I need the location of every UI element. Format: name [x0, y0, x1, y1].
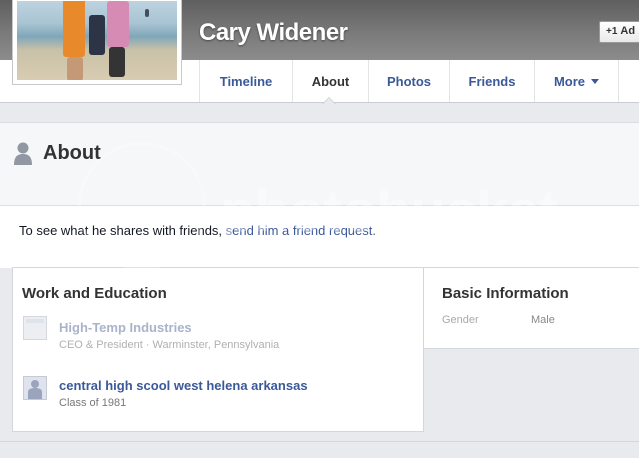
profile-name: Cary Widener [199, 19, 348, 46]
friend-request-link[interactable]: send him a friend request. [226, 223, 376, 238]
tab-divider [618, 60, 639, 102]
add-friend-button[interactable]: +1 Ad [599, 21, 639, 43]
tab-more-label: More [553, 73, 586, 89]
profile-picture-image [17, 1, 177, 80]
person-icon [14, 142, 32, 165]
basic-information-title: Basic Information [442, 285, 569, 302]
section-divider [0, 441, 639, 442]
active-tab-indicator [322, 97, 336, 104]
tab-photos[interactable]: Photos [368, 60, 449, 102]
notice-prefix: To see what he shares with friends, [19, 223, 226, 238]
tab-about[interactable]: About [292, 60, 368, 102]
about-title: About [43, 142, 101, 164]
tab-friends[interactable]: Friends [449, 60, 534, 102]
gender-label: Gender [442, 314, 479, 326]
basic-information-card: Basic Information Gender Male [423, 267, 639, 349]
work-education-title: Work and Education [22, 285, 167, 302]
gender-value: Male [531, 314, 555, 326]
tab-more[interactable]: More [534, 60, 618, 102]
tab-timeline[interactable]: Timeline [199, 60, 292, 102]
entry-detail-school: Class of 1981 [59, 397, 127, 409]
about-header: About [0, 122, 639, 206]
entry-detail-work: CEO & President · Warminster, Pennsylvan… [59, 339, 280, 351]
notice-text: To see what he shares with friends, send… [19, 223, 376, 238]
friend-request-notice: To see what he shares with friends, send… [0, 206, 639, 268]
school-icon [23, 376, 47, 400]
building-icon [23, 316, 47, 340]
profile-picture[interactable] [12, 0, 182, 85]
chevron-down-icon [591, 78, 600, 84]
entry-name-school[interactable]: central high scool west helena arkansas [59, 378, 308, 393]
add-friend-label: Ad [620, 25, 636, 37]
entry-name-work[interactable]: High-Temp Industries [59, 320, 192, 335]
work-education-card: Work and Education High-Temp Industries … [12, 267, 424, 432]
add-person-icon: +1 [606, 26, 618, 37]
